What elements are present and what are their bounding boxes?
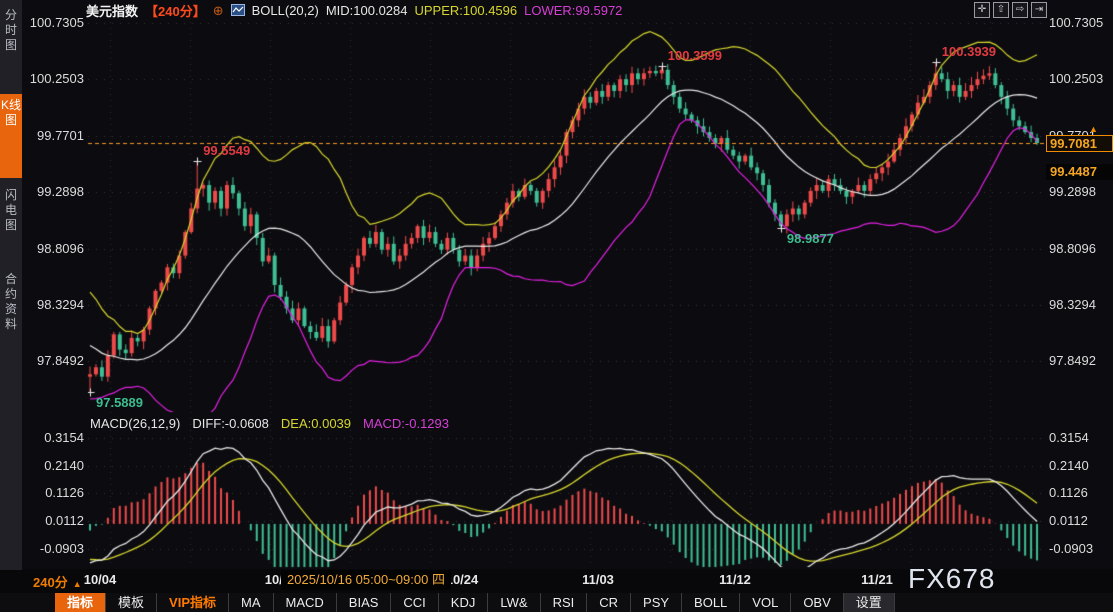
toolbar-item-BIAS[interactable]: BIAS — [337, 593, 392, 612]
chart-header: 美元指数 【240分】 ⊕ BOLL(20,2) MID:100.0284 UP… — [86, 1, 622, 19]
collapse-panel-icon[interactable]: ⇥ — [1031, 2, 1047, 18]
toolbar-item-模板[interactable]: 模板 — [106, 593, 157, 612]
add-indicator-icon[interactable]: ⊕ — [213, 4, 224, 17]
trading-app: 分时图 K线图闪电图合约资料 美元指数 【240分】 ⊕ BOLL(20,2) M… — [0, 0, 1113, 612]
boll-mid-value: MID:100.0284 — [326, 3, 408, 18]
period-tag[interactable]: 【240分】 — [145, 1, 206, 20]
macd-axis-label-right: 0.2140 — [1049, 458, 1089, 473]
kline-chart-canvas[interactable] — [0, 0, 1113, 612]
extreme-price-annotation: 100.3599 — [668, 48, 722, 63]
zoom-x-axis-icon[interactable]: ⇨ — [1012, 2, 1028, 18]
macd-indicator-label: MACD(26,12,9) — [90, 416, 180, 431]
watermark: FX678 — [908, 563, 996, 595]
boll-indicator-label: BOLL(20,2) — [252, 3, 319, 18]
macd-axis-label-right: 0.3154 — [1049, 430, 1089, 445]
price-axis-label-left: 100.2503 — [26, 71, 84, 86]
macd-axis-label-left: 0.2140 — [26, 458, 84, 473]
toolbar-item-CCI[interactable]: CCI — [391, 593, 438, 612]
date-label: 10/04 — [84, 572, 117, 587]
toolbar-item-MACD[interactable]: MACD — [274, 593, 337, 612]
toolbar-item-LW&[interactable]: LW& — [488, 593, 540, 612]
toolbar-item-OBV[interactable]: OBV — [791, 593, 843, 612]
current-price-badge: 99.7081 — [1046, 135, 1113, 152]
macd-axis-label-right: -0.0903 — [1049, 541, 1093, 556]
secondary-price-badge: 99.4487 — [1046, 164, 1113, 180]
sidebar: 分时图 K线图闪电图合约资料 — [0, 0, 22, 570]
toolbar-item-VIP指标[interactable]: VIP指标 — [157, 593, 229, 612]
toolbar-item-VOL[interactable]: VOL — [740, 593, 791, 612]
macd-axis-label-left: 0.3154 — [26, 430, 84, 445]
triangle-up-icon: ▲ — [73, 579, 82, 589]
price-arrow-icon: ▲ — [1089, 124, 1098, 134]
toolbar-item-MA[interactable]: MA — [229, 593, 274, 612]
chart-style-icon[interactable] — [231, 4, 245, 16]
sidebar-item-2[interactable]: K线图 — [0, 94, 22, 178]
price-axis-label-left: 97.8492 — [26, 353, 84, 368]
macd-axis-label-right: 0.1126 — [1049, 485, 1088, 500]
toolbar-item-CR[interactable]: CR — [587, 593, 631, 612]
price-axis-label-right: 97.8492 — [1049, 353, 1096, 368]
price-axis-label-right: 98.8096 — [1049, 241, 1096, 256]
macd-axis-label-left: 0.1126 — [26, 485, 84, 500]
sidebar-item-3[interactable]: 闪电图 — [0, 184, 22, 262]
date-label: 11/21 — [861, 572, 893, 587]
extreme-price-annotation: 97.5889 — [96, 395, 143, 410]
time-axis: 240分▲ 10/0410/1510/2411/0311/1211/21 202… — [0, 569, 1113, 593]
macd-axis-label-left: 0.0112 — [26, 513, 84, 528]
toolbar-item-设置[interactable]: 设置 — [844, 593, 895, 612]
price-axis-label-left: 100.7305 — [26, 15, 84, 30]
toolbar-item-RSI[interactable]: RSI — [541, 593, 588, 612]
macd-axis-label-right: 0.0112 — [1049, 513, 1088, 528]
period-selector[interactable]: 240分 ▲ — [33, 572, 82, 591]
macd-diff-value: DIFF:-0.0608 — [192, 416, 269, 431]
chart-tool-icons: ✛⇧⇨⇥ — [974, 2, 1047, 18]
price-axis-label-left: 99.2898 — [26, 184, 84, 199]
period-selector-label: 240分 — [33, 575, 68, 590]
macd-axis-label-left: -0.0903 — [26, 541, 84, 556]
date-label: 11/03 — [582, 572, 614, 587]
price-axis-label-left: 98.3294 — [26, 297, 84, 312]
toolbar-item-BOLL[interactable]: BOLL — [682, 593, 740, 612]
symbol-title: 美元指数 — [86, 1, 138, 20]
price-axis-label-right: 98.3294 — [1049, 297, 1096, 312]
boll-lower-value: LOWER:99.5972 — [524, 3, 622, 18]
date-label: 11/12 — [719, 572, 751, 587]
toolbar-item-指标[interactable]: 指标 — [55, 593, 106, 612]
sidebar-item-4[interactable]: 合约资料 — [0, 268, 22, 370]
price-axis-label-right: 99.2898 — [1049, 184, 1096, 199]
toolbar-item-PSY[interactable]: PSY — [631, 593, 682, 612]
crosshair-icon[interactable]: ✛ — [974, 2, 990, 18]
indicator-toolbar: 指标模板VIP指标MAMACDBIASCCIKDJLW&RSICRPSYBOLL… — [0, 593, 1113, 612]
sidebar-item-1[interactable]: 分时图 — [0, 4, 22, 57]
zoom-y-axis-icon[interactable]: ⇧ — [993, 2, 1009, 18]
price-axis-label-right: 100.7305 — [1049, 15, 1103, 30]
extreme-price-annotation: 100.3939 — [942, 44, 996, 59]
price-axis-label-right: 100.2503 — [1049, 71, 1103, 86]
macd-header: MACD(26,12,9) DIFF:-0.0608 DEA:0.0039 MA… — [90, 416, 449, 431]
macd-dea-value: DEA:0.0039 — [281, 416, 351, 431]
extreme-price-annotation: 98.9877 — [787, 231, 834, 246]
macd-bar-value: MACD:-0.1293 — [363, 416, 449, 431]
boll-upper-value: UPPER:100.4596 — [415, 3, 518, 18]
crosshair-date-tooltip: 2025/10/16 05:00~09:00 四 — [281, 570, 451, 590]
price-axis-label-left: 99.7701 — [26, 128, 84, 143]
toolbar-item-KDJ[interactable]: KDJ — [439, 593, 489, 612]
price-axis-label-left: 98.8096 — [26, 241, 84, 256]
extreme-price-annotation: 99.5549 — [203, 143, 250, 158]
